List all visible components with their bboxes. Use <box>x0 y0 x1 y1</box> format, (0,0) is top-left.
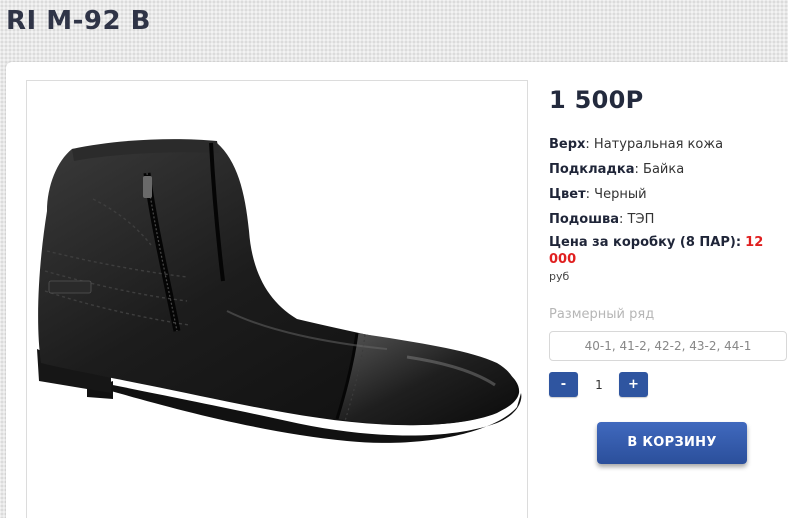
spec-list: Верх: Натуральная кожа Подкладка: Байка … <box>549 132 788 232</box>
product-price: 1 500Р <box>549 86 644 114</box>
product-card: 1 500Р Верх: Натуральная кожа Подкладка:… <box>6 62 788 518</box>
spec-label: Цвет <box>549 187 586 202</box>
quantity-increase-button[interactable]: + <box>619 372 648 397</box>
box-price-currency: руб <box>549 270 570 283</box>
spec-label: Подошва <box>549 212 620 227</box>
spec-lining: Подкладка: Байка <box>549 157 788 182</box>
size-range-label: Размерный ряд <box>549 307 655 322</box>
spec-upper: Верх: Натуральная кожа <box>549 132 788 157</box>
page-title: RI M-92 B <box>6 6 151 36</box>
add-to-cart-button[interactable]: В КОРЗИНУ <box>597 422 747 464</box>
spec-color: Цвет: Черный <box>549 182 788 207</box>
spec-value: : Натуральная кожа <box>585 137 724 152</box>
quantity-input[interactable] <box>579 372 619 397</box>
spec-value: : Байка <box>634 162 685 177</box>
spec-sole: Подошва: ТЭП <box>549 207 788 232</box>
box-price-label: Цена за коробку (8 ПАР): <box>549 235 742 250</box>
spec-value: : ТЭП <box>619 212 655 227</box>
quantity-decrease-button[interactable]: - <box>549 372 578 397</box>
box-price: Цена за коробку (8 ПАР): 12 000 руб <box>549 234 788 285</box>
product-image[interactable] <box>26 80 528 518</box>
spec-value: : Черный <box>585 187 647 202</box>
size-range-select[interactable]: 40-1, 41-2, 42-2, 43-2, 44-1 <box>549 331 787 361</box>
spec-label: Подкладка <box>549 162 635 177</box>
product-info: 1 500Р Верх: Натуральная кожа Подкладка:… <box>549 86 788 464</box>
spec-label: Верх <box>549 137 586 152</box>
boot-image <box>37 139 522 443</box>
